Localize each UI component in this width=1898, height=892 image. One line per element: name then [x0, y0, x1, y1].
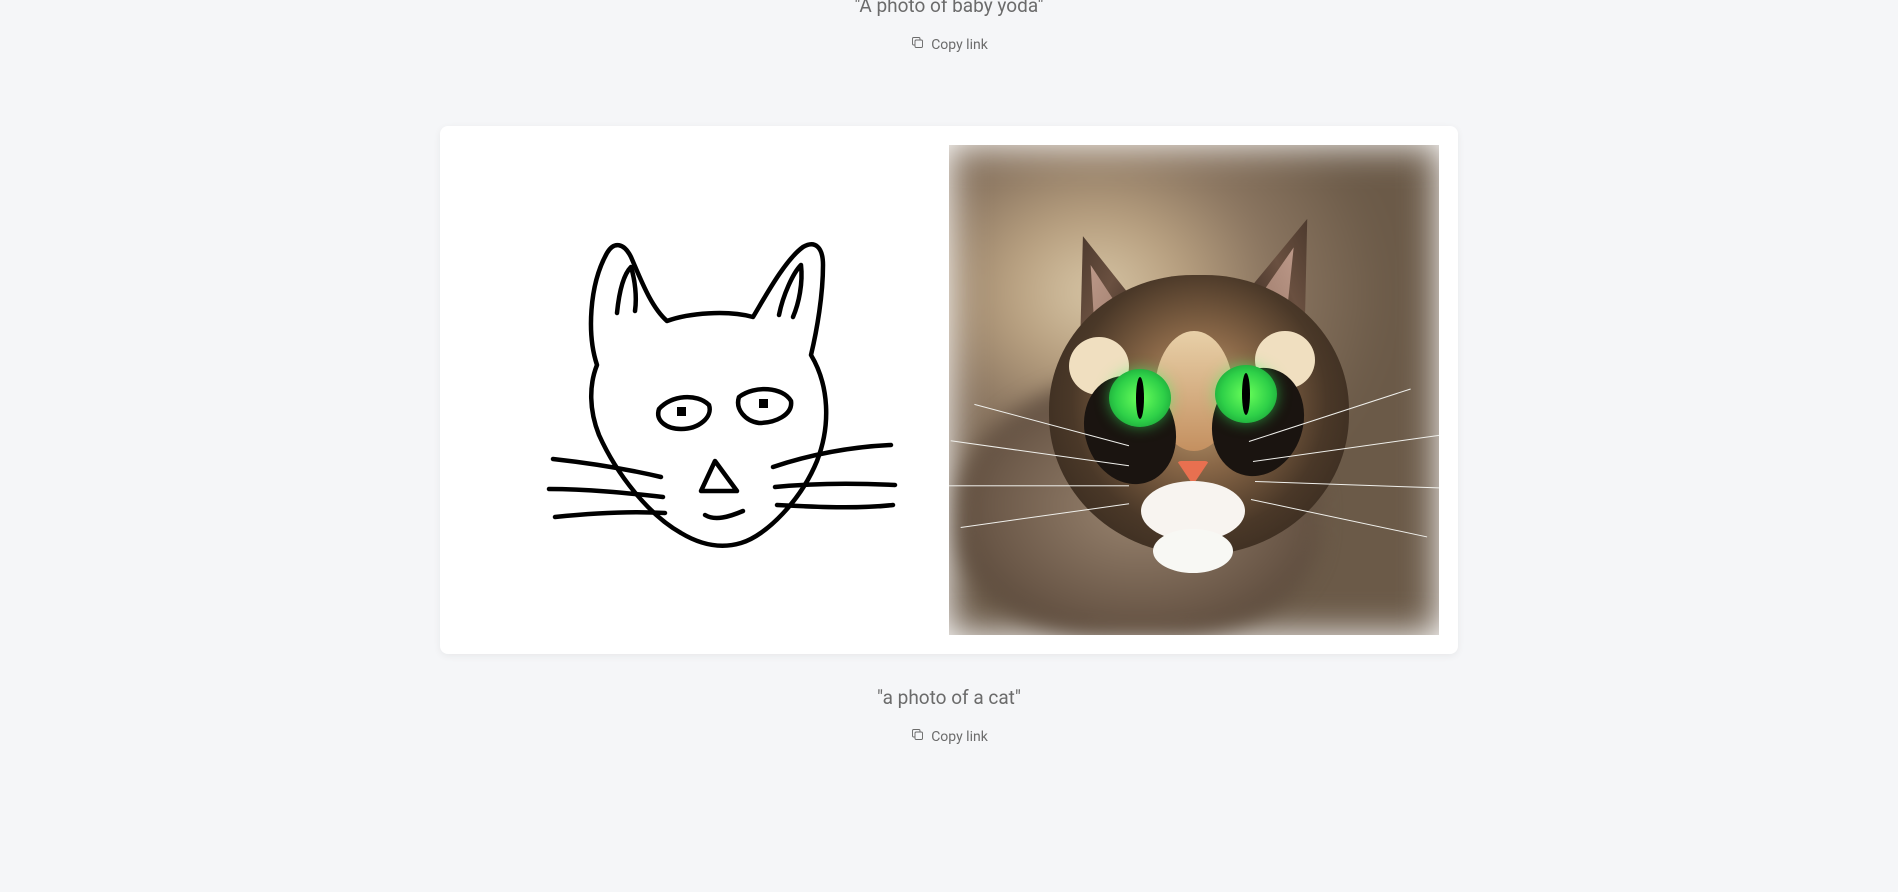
image-caption-yoda: "A photo of baby yoda" — [854, 0, 1043, 17]
sketch-image[interactable] — [459, 145, 949, 635]
image-pair — [459, 145, 1439, 635]
generated-image[interactable] — [949, 145, 1439, 635]
image-card — [440, 126, 1458, 654]
copy-link-label: Copy link — [931, 37, 988, 53]
copy-icon — [910, 727, 925, 746]
copy-link-label: Copy link — [931, 729, 988, 745]
copy-icon — [910, 35, 925, 54]
copy-link-button-bottom[interactable]: Copy link — [910, 727, 988, 746]
image-caption-cat: "a photo of a cat" — [877, 686, 1021, 709]
copy-link-button-top[interactable]: Copy link — [910, 35, 988, 54]
